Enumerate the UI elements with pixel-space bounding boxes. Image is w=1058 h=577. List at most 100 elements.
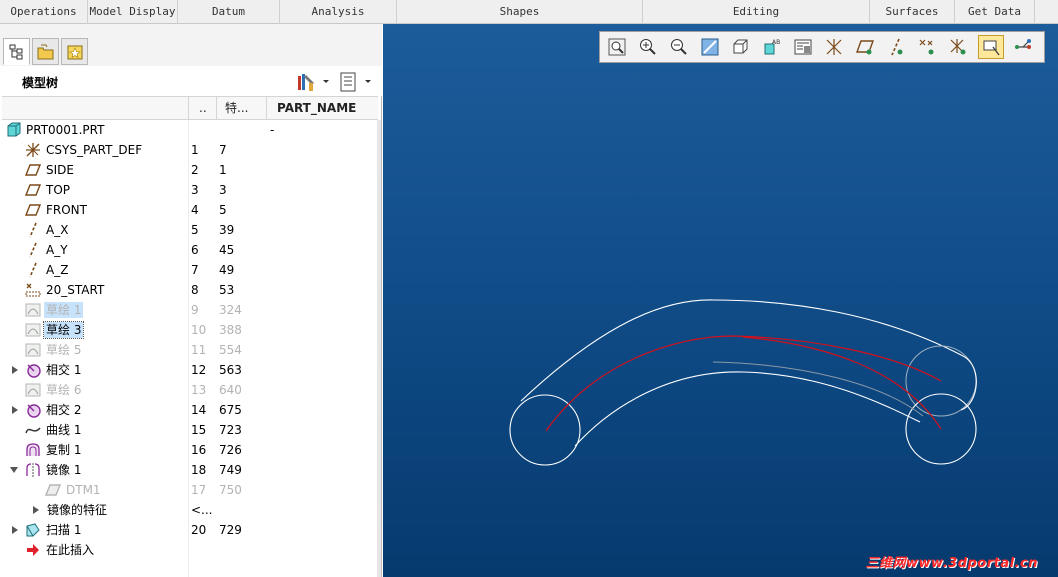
tab-get-data[interactable]: Get Data — [955, 0, 1035, 24]
column-header-number[interactable]: .. — [188, 97, 216, 119]
tree-item-number: 13 — [191, 383, 207, 397]
zoom-out-icon — [671, 39, 687, 55]
tree-row-sweep-1[interactable]: 扫描 1 20 729 — [2, 520, 378, 540]
tree-row-sketch-6[interactable]: 草绘 6 13 640 — [2, 380, 378, 400]
tree-row-front[interactable]: FRONT 4 5 — [2, 200, 378, 220]
tab-datum[interactable]: Datum — [178, 0, 280, 24]
view-manager-icon: AB — [764, 39, 780, 55]
annotation-toggle-button[interactable] — [978, 35, 1004, 59]
tree-row-sketch-1[interactable]: 草绘 1 9 324 — [2, 300, 378, 320]
intersect-curve-icon — [27, 404, 41, 418]
tree-row-side[interactable]: SIDE 2 1 — [2, 160, 378, 180]
tree-item-label: 草绘 1 — [44, 302, 84, 318]
tree-row-curve-1[interactable]: 曲线 1 15 723 — [2, 420, 378, 440]
tree-item-label: 草绘 6 — [46, 383, 82, 397]
tree-row-csys[interactable]: CSYS_PART_DEF 1 7 — [2, 140, 378, 160]
tree-row-dtm1[interactable]: DTM1 17 750 — [2, 480, 378, 500]
column-header-part-name[interactable]: PART_NAME — [266, 97, 378, 119]
insert-arrow-icon — [27, 544, 39, 556]
tree-item-number: 4 — [191, 203, 199, 217]
tree-item-label: 草绘 3 — [42, 321, 85, 339]
tab-editing[interactable]: Editing — [643, 0, 870, 24]
collapse-arrow-icon[interactable] — [10, 466, 18, 474]
tab-operations[interactable]: Operations — [0, 0, 88, 24]
tab-analysis[interactable]: Analysis — [280, 0, 397, 24]
sweep-inner-edge — [574, 371, 921, 447]
watermark: 三维网www.3dportal.cn — [865, 556, 1038, 571]
tree-row-intersect-2[interactable]: 相交 2 14 675 — [2, 400, 378, 420]
tree-item-number: 16 — [191, 443, 207, 457]
tree-settings-button[interactable] — [296, 71, 332, 93]
tree-row-mirror-1[interactable]: 镜像 1 18 749 — [2, 460, 378, 480]
tree-item-number: 10 — [191, 323, 207, 337]
csys-display-button[interactable] — [821, 35, 847, 59]
tree-item-label: A_Y — [46, 243, 68, 257]
expand-arrow-icon[interactable] — [11, 406, 19, 414]
tree-row-20-start[interactable]: 20_START 8 53 — [2, 280, 378, 300]
plane-display-button[interactable] — [852, 35, 878, 59]
view-manager-button[interactable]: AB — [759, 35, 785, 59]
zoom-out-button[interactable] — [666, 35, 692, 59]
sweep-icon — [26, 523, 40, 537]
expand-arrow-icon[interactable] — [11, 526, 19, 534]
sweep-left-section — [509, 394, 581, 466]
folder-browser-tab[interactable] — [32, 38, 59, 65]
expand-arrow-icon[interactable] — [11, 366, 19, 374]
datum-point-icon — [25, 283, 41, 297]
column-header-feature-id[interactable]: 特... — [216, 97, 266, 119]
tree-item-number: 14 — [191, 403, 207, 417]
trajectory-red-main — [545, 335, 942, 432]
expand-arrow-icon[interactable] — [32, 506, 40, 514]
tree-row-insert-here[interactable]: 在此插入 — [2, 540, 378, 560]
axis-display-button[interactable] — [883, 35, 909, 59]
spin-center-button[interactable] — [1010, 35, 1036, 59]
ribbon-tab-bar: Operations Model Display Datum Analysis … — [0, 0, 1058, 24]
tree-row-intersect-1[interactable]: 相交 1 12 563 — [2, 360, 378, 380]
point-display-button[interactable] — [914, 35, 940, 59]
tree-item-label: FRONT — [46, 203, 87, 217]
trajectory-red-branch — [742, 336, 942, 430]
model-tree-tab[interactable] — [3, 38, 30, 65]
tree-row-root[interactable]: PRT0001.PRT - — [2, 120, 378, 140]
refit-button[interactable] — [604, 35, 630, 59]
tree-row-mirrored-features[interactable]: 镜像的特征 <... — [2, 500, 378, 520]
favorites-tab[interactable] — [61, 38, 88, 65]
zoom-in-button[interactable] — [635, 35, 661, 59]
tree-item-feature-id: 324 — [219, 303, 242, 317]
tree-row-a-x[interactable]: A_X 5 39 — [2, 220, 378, 240]
graphics-viewport[interactable]: AB 三维网www.3dportal.cn — [383, 24, 1058, 577]
settings-tools-icon — [298, 74, 329, 91]
tab-surfaces[interactable]: Surfaces — [870, 0, 955, 24]
tree-item-label: 复制 1 — [46, 443, 82, 457]
tree-row-sketch-3[interactable]: 草绘 3 10 388 — [2, 320, 378, 340]
tab-model-display[interactable]: Model Display — [88, 0, 178, 24]
svg-text:AB: AB — [772, 39, 780, 46]
csys-toggle-button[interactable] — [945, 35, 971, 59]
tree-columns-button[interactable] — [338, 71, 374, 93]
tree-item-feature-id: 640 — [219, 383, 242, 397]
tree-item-feature-id: 5 — [219, 203, 227, 217]
model-geometry[interactable] — [383, 24, 1058, 577]
tree-row-a-z[interactable]: A_Z 7 49 — [2, 260, 378, 280]
tree-item-feature-id: 388 — [219, 323, 242, 337]
tree-scrollbar[interactable] — [377, 120, 381, 577]
display-style-button[interactable] — [790, 35, 816, 59]
tree-item-label: 曲线 1 — [46, 423, 82, 437]
navigator-panel: 模型树 .. 特... PART_NAME PRT0001.PRT - CSYS… — [0, 24, 382, 577]
tree-item-number: 2 — [191, 163, 199, 177]
tree-item-number: <... — [191, 503, 213, 517]
tree-row-copy-1[interactable]: 复制 1 16 726 — [2, 440, 378, 460]
tree-row-top[interactable]: TOP 3 3 — [2, 180, 378, 200]
tree-item-label: 镜像 1 — [46, 463, 82, 477]
tree-row-sketch-5[interactable]: 草绘 5 11 554 — [2, 340, 378, 360]
tree-item-feature-id: 729 — [219, 523, 242, 537]
trajectory-gray — [712, 361, 924, 417]
csys-icon — [26, 143, 40, 157]
tab-shapes[interactable]: Shapes — [397, 0, 643, 24]
folder-browser-icon — [37, 44, 54, 60]
tree-row-a-y[interactable]: A_Y 6 45 — [2, 240, 378, 260]
repaint-button[interactable] — [697, 35, 723, 59]
sketch-icon — [25, 383, 41, 397]
tree-item-label: A_Z — [46, 263, 69, 277]
saved-orientations-button[interactable] — [728, 35, 754, 59]
